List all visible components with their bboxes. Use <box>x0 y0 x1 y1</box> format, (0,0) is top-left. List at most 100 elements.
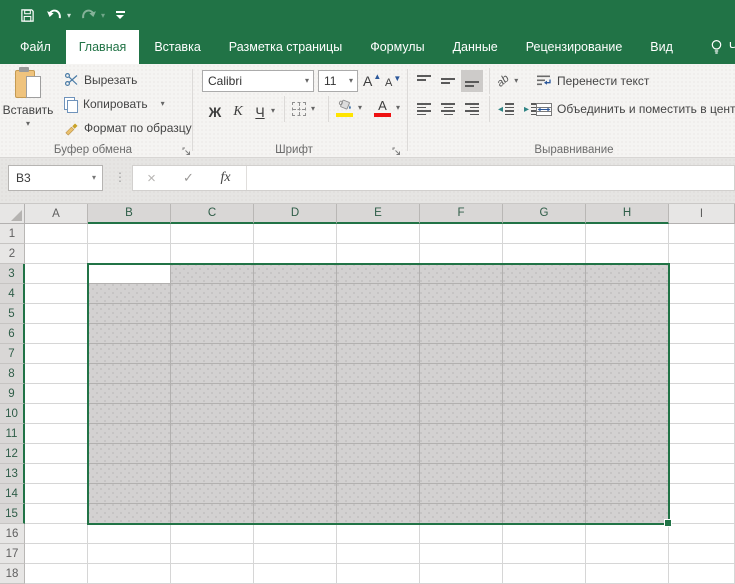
italic-button[interactable]: К <box>229 98 247 122</box>
row-header-10[interactable]: 10 <box>0 404 25 424</box>
cell-F9[interactable] <box>420 384 503 404</box>
cell-F14[interactable] <box>420 484 503 504</box>
cell-B14[interactable] <box>88 484 171 504</box>
grow-font-button[interactable]: А▲ <box>363 70 381 92</box>
redo-dropdown-icon[interactable]: ▾ <box>98 0 108 30</box>
cell-D5[interactable] <box>254 304 337 324</box>
cell-F8[interactable] <box>420 364 503 384</box>
cell-A8[interactable] <box>25 364 88 384</box>
cell-A14[interactable] <box>25 484 88 504</box>
align-right-button[interactable] <box>461 98 483 120</box>
tab-Вставка[interactable]: Вставка <box>141 30 213 64</box>
cell-D11[interactable] <box>254 424 337 444</box>
borders-button[interactable]: ▾ <box>292 98 315 120</box>
font-color-button[interactable]: А ▾ <box>374 97 400 119</box>
column-header-F[interactable]: F <box>420 204 503 224</box>
cell-H13[interactable] <box>586 464 669 484</box>
cell-I7[interactable] <box>669 344 735 364</box>
fill-color-button[interactable]: ▾ <box>336 97 362 119</box>
column-header-I[interactable]: I <box>669 204 735 224</box>
cell-D13[interactable] <box>254 464 337 484</box>
cell-C12[interactable] <box>171 444 254 464</box>
cell-C3[interactable] <box>171 264 254 284</box>
cell-D6[interactable] <box>254 324 337 344</box>
font-size-combobox[interactable]: 11 ▾ <box>318 70 358 92</box>
cell-F5[interactable] <box>420 304 503 324</box>
row-header-1[interactable]: 1 <box>0 224 25 244</box>
cell-F13[interactable] <box>420 464 503 484</box>
cell-I18[interactable] <box>669 564 735 584</box>
cell-H10[interactable] <box>586 404 669 424</box>
merge-center-button[interactable]: Объединить и поместить в цент <box>536 98 735 120</box>
cell-E13[interactable] <box>337 464 420 484</box>
cell-C14[interactable] <box>171 484 254 504</box>
cell-D1[interactable] <box>254 224 337 244</box>
cell-E15[interactable] <box>337 504 420 524</box>
row-header-13[interactable]: 13 <box>0 464 25 484</box>
cell-B10[interactable] <box>88 404 171 424</box>
cell-C8[interactable] <box>171 364 254 384</box>
cell-H6[interactable] <box>586 324 669 344</box>
column-header-D[interactable]: D <box>254 204 337 224</box>
cell-D17[interactable] <box>254 544 337 564</box>
cell-D16[interactable] <box>254 524 337 544</box>
cell-B7[interactable] <box>88 344 171 364</box>
cell-G18[interactable] <box>503 564 586 584</box>
align-bottom-button[interactable] <box>461 70 483 92</box>
borders-dropdown-icon[interactable]: ▾ <box>311 105 315 113</box>
cell-C16[interactable] <box>171 524 254 544</box>
cell-D10[interactable] <box>254 404 337 424</box>
cell-G11[interactable] <box>503 424 586 444</box>
cell-E5[interactable] <box>337 304 420 324</box>
align-middle-button[interactable] <box>437 70 459 92</box>
cell-H18[interactable] <box>586 564 669 584</box>
cell-D2[interactable] <box>254 244 337 264</box>
formula-input[interactable] <box>247 166 734 190</box>
tab-Главная[interactable]: Главная <box>66 30 140 64</box>
orientation-button[interactable]: ab ▾ <box>497 70 518 92</box>
cell-H14[interactable] <box>586 484 669 504</box>
cell-E3[interactable] <box>337 264 420 284</box>
cell-G8[interactable] <box>503 364 586 384</box>
cell-B15[interactable] <box>88 504 171 524</box>
cell-D12[interactable] <box>254 444 337 464</box>
cell-A6[interactable] <box>25 324 88 344</box>
cell-F18[interactable] <box>420 564 503 584</box>
cell-G14[interactable] <box>503 484 586 504</box>
cancel-button[interactable]: × <box>133 166 170 190</box>
cell-B13[interactable] <box>88 464 171 484</box>
cell-C5[interactable] <box>171 304 254 324</box>
cut-button[interactable]: Вырезать <box>64 69 137 91</box>
cell-G3[interactable] <box>503 264 586 284</box>
underline-dropdown-icon[interactable]: ▾ <box>271 100 275 122</box>
column-header-H[interactable]: H <box>586 204 669 224</box>
cell-A11[interactable] <box>25 424 88 444</box>
undo-dropdown-icon[interactable]: ▾ <box>64 0 74 30</box>
cell-H16[interactable] <box>586 524 669 544</box>
cell-H12[interactable] <box>586 444 669 464</box>
cell-C2[interactable] <box>171 244 254 264</box>
redo-button[interactable] <box>78 0 98 30</box>
cell-F10[interactable] <box>420 404 503 424</box>
cell-B9[interactable] <box>88 384 171 404</box>
row-header-18[interactable]: 18 <box>0 564 25 584</box>
orientation-dropdown-icon[interactable]: ▾ <box>514 77 518 85</box>
cell-F17[interactable] <box>420 544 503 564</box>
cell-H5[interactable] <box>586 304 669 324</box>
cell-I2[interactable] <box>669 244 735 264</box>
cell-A12[interactable] <box>25 444 88 464</box>
row-header-8[interactable]: 8 <box>0 364 25 384</box>
row-header-15[interactable]: 15 <box>0 504 25 524</box>
decrease-indent-button[interactable]: ◂ <box>495 98 517 120</box>
cell-G2[interactable] <box>503 244 586 264</box>
cell-H3[interactable] <box>586 264 669 284</box>
cell-A15[interactable] <box>25 504 88 524</box>
tab-Данные[interactable]: Данные <box>440 30 511 64</box>
cell-D7[interactable] <box>254 344 337 364</box>
cell-D18[interactable] <box>254 564 337 584</box>
cell-G16[interactable] <box>503 524 586 544</box>
cell-F6[interactable] <box>420 324 503 344</box>
cell-C4[interactable] <box>171 284 254 304</box>
cell-C11[interactable] <box>171 424 254 444</box>
cell-H4[interactable] <box>586 284 669 304</box>
